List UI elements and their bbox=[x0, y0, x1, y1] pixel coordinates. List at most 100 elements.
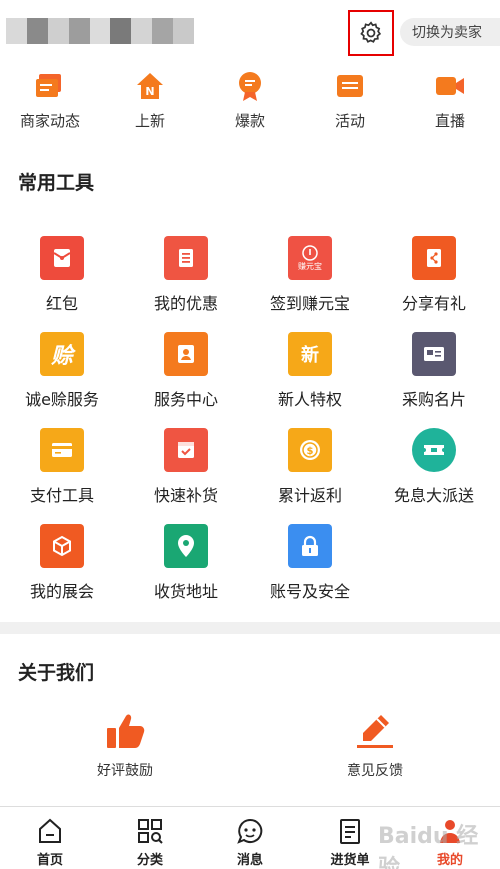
tool-label: 账号及安全 bbox=[269, 582, 350, 601]
blur-block bbox=[110, 18, 132, 44]
tool-share-gift[interactable]: 分享有礼 bbox=[372, 236, 496, 332]
coupon-icon bbox=[164, 236, 208, 280]
quick-item-activity[interactable]: 活动 bbox=[300, 62, 400, 148]
nav-category[interactable]: 分类 bbox=[100, 807, 200, 869]
switch-to-seller-button[interactable]: 切换为卖家 bbox=[400, 18, 500, 46]
nav-label: 分类 bbox=[136, 853, 163, 868]
tool-label: 支付工具 bbox=[29, 486, 94, 505]
quick-label: 活动 bbox=[334, 112, 365, 130]
tool-label: 收货地址 bbox=[153, 582, 218, 601]
tool-interest-free[interactable]: 免息大派送 bbox=[372, 428, 496, 524]
tool-business-card[interactable]: 采购名片 bbox=[372, 332, 496, 428]
svg-text:N: N bbox=[145, 85, 154, 98]
quick-item-hot[interactable]: 爆款 bbox=[200, 62, 300, 148]
credit-icon-text: 赊 bbox=[50, 344, 73, 369]
rebate-coin-icon: $ bbox=[288, 428, 332, 472]
common-tools-section: 常用工具 红包 我的优惠 赚元宝 签到赚元宝 分享有礼 赊 诚e赊服务 服务中心… bbox=[0, 148, 500, 622]
blur-block bbox=[173, 18, 195, 44]
tool-label: 我的优惠 bbox=[153, 294, 218, 313]
tool-account-security[interactable]: 账号及安全 bbox=[248, 524, 372, 620]
nav-home[interactable]: 首页 bbox=[0, 807, 100, 869]
gear-icon bbox=[360, 21, 382, 43]
tool-label: 服务中心 bbox=[153, 390, 218, 409]
tool-my-coupons[interactable]: 我的优惠 bbox=[124, 236, 248, 332]
business-card-icon bbox=[412, 332, 456, 376]
blur-block bbox=[89, 18, 111, 44]
location-pin-icon bbox=[164, 524, 208, 568]
service-center-icon bbox=[164, 332, 208, 376]
hot-badge-icon bbox=[234, 70, 266, 102]
rate-us-button[interactable]: 好评鼓励 bbox=[0, 712, 250, 780]
blur-block bbox=[131, 18, 153, 44]
tool-payment[interactable]: 支付工具 bbox=[0, 428, 124, 524]
nav-label: 进货单 bbox=[330, 853, 370, 868]
red-envelope-icon bbox=[40, 236, 84, 280]
tool-credit-service[interactable]: 赊 诚e赊服务 bbox=[0, 332, 124, 428]
order-list-icon bbox=[340, 819, 360, 844]
lock-icon bbox=[288, 524, 332, 568]
home-icon bbox=[39, 818, 61, 843]
category-icon bbox=[138, 819, 163, 844]
settings-button[interactable] bbox=[348, 10, 394, 56]
checkin-icon: 赚元宝 bbox=[288, 236, 332, 280]
quick-label: 商家动态 bbox=[19, 112, 80, 130]
quick-item-live[interactable]: 直播 bbox=[400, 62, 500, 148]
tool-label: 我的展会 bbox=[29, 582, 94, 601]
blurred-username bbox=[6, 18, 195, 44]
payment-card-icon bbox=[40, 428, 84, 472]
quick-item-new-arrivals[interactable]: N 上新 bbox=[100, 62, 200, 148]
new-house-icon: N bbox=[134, 70, 166, 102]
quick-item-store-news[interactable]: 商家动态 bbox=[0, 62, 100, 148]
tool-checkin[interactable]: 赚元宝 签到赚元宝 bbox=[248, 236, 372, 332]
feedback-pen-icon bbox=[357, 715, 393, 748]
thumbs-up-icon bbox=[107, 714, 145, 748]
message-icon bbox=[237, 818, 263, 844]
restock-box-icon bbox=[164, 428, 208, 472]
quick-label: 爆款 bbox=[234, 112, 265, 130]
tool-rebate[interactable]: $ 累计返利 bbox=[248, 428, 372, 524]
tool-restock[interactable]: 快速补货 bbox=[124, 428, 248, 524]
tool-label: 免息大派送 bbox=[393, 486, 474, 505]
tool-label: 红包 bbox=[45, 294, 78, 313]
tool-shipping-address[interactable]: 收货地址 bbox=[124, 524, 248, 620]
bottom-nav: 首页 分类 消息 进货单 我的 bbox=[0, 806, 500, 869]
nav-label: 消息 bbox=[236, 853, 263, 868]
checkin-icon-text: 赚元宝 bbox=[298, 262, 322, 271]
tool-label: 采购名片 bbox=[401, 390, 466, 409]
newcomer-icon: 新 bbox=[288, 332, 332, 376]
feedback-button[interactable]: 意见反馈 bbox=[250, 712, 500, 780]
tool-my-expo[interactable]: 我的展会 bbox=[0, 524, 124, 620]
tool-newcomer[interactable]: 新 新人特权 bbox=[248, 332, 372, 428]
quick-label: 直播 bbox=[434, 112, 465, 130]
newcomer-icon-text: 新 bbox=[301, 345, 319, 366]
tool-label: 累计返利 bbox=[277, 486, 342, 505]
tool-label: 签到赚元宝 bbox=[269, 294, 350, 313]
tool-red-envelope[interactable]: 红包 bbox=[0, 236, 124, 332]
profile-icon bbox=[440, 820, 460, 843]
store-news-icon bbox=[34, 70, 66, 102]
blur-block bbox=[68, 18, 90, 44]
nav-order-list[interactable]: 进货单 bbox=[300, 807, 400, 869]
quick-shortcuts: 商家动态 N 上新 爆款 活动 直播 bbox=[0, 62, 500, 148]
section-title: 常用工具 bbox=[18, 172, 95, 194]
live-camera-icon bbox=[434, 70, 466, 102]
expo-cube-icon bbox=[40, 524, 84, 568]
nav-profile[interactable]: 我的 bbox=[400, 807, 500, 869]
nav-messages[interactable]: 消息 bbox=[200, 807, 300, 869]
tool-grid: 红包 我的优惠 赚元宝 签到赚元宝 分享有礼 赊 诚e赊服务 服务中心 新 新人… bbox=[0, 236, 500, 620]
blur-block bbox=[152, 18, 174, 44]
tool-label: 新人特权 bbox=[277, 390, 342, 409]
about-us-section: 关于我们 好评鼓励 意见反馈 bbox=[0, 634, 500, 806]
quick-label: 上新 bbox=[134, 112, 165, 130]
top-bar: 切换为卖家 bbox=[0, 0, 500, 62]
svg-text:$: $ bbox=[307, 446, 314, 457]
tool-service-center[interactable]: 服务中心 bbox=[124, 332, 248, 428]
tool-label: 分享有礼 bbox=[401, 294, 466, 313]
about-label: 好评鼓励 bbox=[97, 763, 153, 779]
tool-label: 快速补货 bbox=[153, 486, 218, 505]
about-label: 意见反馈 bbox=[347, 763, 403, 779]
interest-free-ticket-icon bbox=[412, 428, 456, 472]
section-title: 关于我们 bbox=[18, 662, 95, 684]
nav-label: 首页 bbox=[36, 853, 63, 868]
blur-block bbox=[47, 18, 69, 44]
